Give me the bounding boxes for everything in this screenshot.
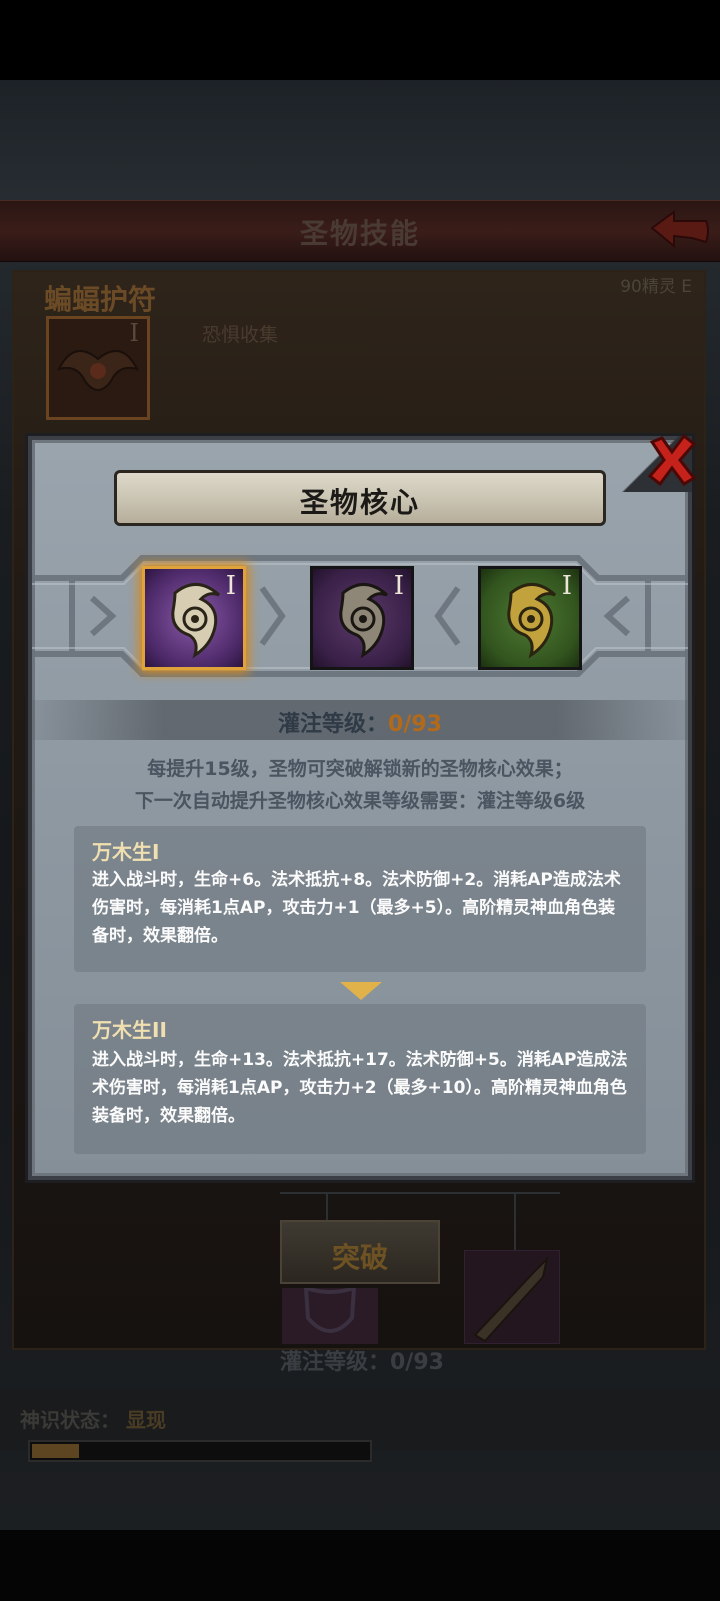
- divine-status-value: 显现: [126, 1408, 166, 1432]
- relic-name: 蝙蝠护符: [44, 283, 157, 316]
- spear-icon: [464, 1250, 560, 1344]
- skill-tree-line: [280, 1192, 560, 1194]
- chevron-down-icon: [340, 982, 382, 1000]
- modal-title: 圣物核心: [299, 486, 420, 519]
- relic-roman: I: [129, 319, 139, 347]
- bottom-area: [0, 1530, 720, 1601]
- core-roman-1: I: [225, 571, 236, 601]
- core-slot-1[interactable]: I: [142, 566, 246, 670]
- divine-status-progress: [28, 1440, 372, 1462]
- core-slot-3[interactable]: I: [478, 566, 582, 670]
- relic-level: 90精灵 E: [620, 277, 692, 297]
- divine-status-progress-fill: [32, 1444, 79, 1458]
- close-icon[interactable]: [646, 434, 698, 486]
- infuse-level: 灌注等级：0/93: [32, 706, 688, 738]
- core-slot-2[interactable]: I: [310, 566, 414, 670]
- infuse-level-value: 0/93: [388, 712, 442, 737]
- skill-tree-line: [514, 1192, 516, 1252]
- effect-title-next: 万木生II: [92, 1018, 167, 1042]
- shield-icon: [282, 1285, 378, 1344]
- core-roman-2: I: [393, 571, 404, 601]
- description-line-1: 每提升15级，圣物可突破解锁新的圣物核心效果；: [147, 758, 573, 780]
- relic-thumbnail: I: [46, 316, 150, 420]
- breakthrough-button-label: 突破: [331, 1241, 388, 1274]
- bg-infuse-level: 灌注等级：0/93: [280, 1350, 444, 1375]
- relic-subtitle: 恐惧收集: [202, 324, 279, 346]
- status-bar-area: [0, 0, 720, 80]
- infuse-level-label: 灌注等级：: [278, 712, 389, 737]
- back-arrow-icon[interactable]: [648, 208, 712, 252]
- divine-status-label: 神识状态：: [20, 1408, 120, 1432]
- effect-body-current: 进入战斗时，生命+6。法术抵抗+8。法术防御+2。消耗AP造成法术伤害时，每消耗…: [92, 870, 621, 946]
- skill-tree-line: [326, 1192, 328, 1222]
- description-line-2: 下一次自动提升圣物核心效果等级需要：灌注等级6级: [134, 790, 586, 812]
- effect-title-current: 万木生I: [92, 840, 160, 864]
- effect-body-next: 进入战斗时，生命+13。法术抵抗+17。法术防御+5。消耗AP造成法术伤害时，每…: [92, 1050, 628, 1126]
- core-roman-3: I: [561, 571, 572, 601]
- page-title: 圣物技能: [299, 217, 420, 250]
